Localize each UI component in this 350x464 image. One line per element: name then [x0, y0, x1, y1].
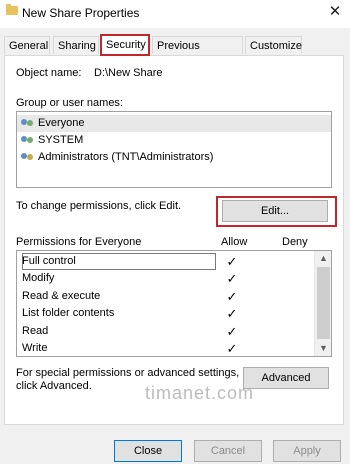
permissions-scrollbar[interactable]: ▲ ▼ [314, 251, 331, 356]
permission-row[interactable]: Read [19, 323, 312, 340]
users-icon [20, 117, 36, 129]
tab-security[interactable]: Security [100, 34, 150, 56]
permissions-list[interactable]: Full control Modify Read & execute List … [16, 250, 332, 357]
watermark-text: timanet.com [145, 383, 255, 403]
scroll-thumb[interactable] [317, 267, 330, 339]
permission-name: Write [22, 342, 48, 354]
tab-general[interactable]: General [4, 36, 50, 54]
list-item[interactable]: SYSTEM [17, 132, 331, 149]
permission-name: List folder contents [22, 307, 115, 319]
groups-label: Group or user names: [16, 97, 123, 109]
scroll-down-icon[interactable]: ▼ [315, 341, 332, 355]
permission-name: Modify [22, 272, 55, 284]
close-button[interactable]: Close [114, 440, 182, 462]
allow-check-icon: ✓ [226, 254, 238, 269]
group-name: Administrators (TNT\Administrators) [38, 151, 214, 163]
permission-name: Read [22, 325, 49, 337]
groups-list[interactable]: Everyone SYSTEM Administrators (TNT\Admi… [16, 111, 332, 188]
scroll-up-icon[interactable]: ▲ [315, 251, 332, 265]
list-item[interactable]: Everyone [17, 115, 331, 132]
allow-check-icon: ✓ [226, 271, 238, 286]
deny-header: Deny [282, 236, 308, 248]
list-item[interactable]: Administrators (TNT\Administrators) [17, 149, 331, 166]
edit-button[interactable]: Edit... [222, 200, 328, 222]
folder-icon [6, 4, 18, 15]
permission-row[interactable]: Full control [19, 253, 312, 270]
users-icon [20, 134, 36, 146]
allow-check-icon: ✓ [226, 289, 238, 304]
special-permissions-text: For special permissions or advanced sett… [16, 367, 240, 379]
allow-check-icon: ✓ [226, 341, 238, 356]
permission-name: Full control [22, 255, 76, 267]
tab-customize[interactable]: Customize [245, 36, 302, 54]
cancel-button[interactable]: Cancel [194, 440, 262, 462]
object-name-value: D:\New Share [94, 67, 163, 79]
permission-row[interactable]: Modify [19, 270, 312, 287]
group-name: SYSTEM [38, 134, 84, 146]
users-icon [20, 151, 36, 163]
change-permissions-text: To change permissions, click Edit. [16, 200, 182, 212]
object-name-label: Object name: [16, 67, 82, 79]
tab-sharing[interactable]: Sharing [53, 36, 99, 54]
permission-row[interactable]: List folder contents [19, 305, 312, 322]
special-permissions-text-2: click Advanced. [16, 380, 92, 392]
permission-name: Read & execute [22, 290, 101, 302]
close-icon[interactable]: ✕ [326, 2, 344, 22]
allow-check-icon: ✓ [226, 306, 238, 321]
apply-button[interactable]: Apply [273, 440, 341, 462]
tab-previous-versions[interactable]: Previous Versions [152, 36, 243, 70]
advanced-button[interactable]: Advanced [243, 367, 329, 389]
permission-row[interactable]: Write [19, 340, 312, 357]
window-title: New Share Properties [22, 6, 140, 20]
permission-row[interactable]: Read & execute [19, 288, 312, 305]
allow-check-icon: ✓ [226, 324, 238, 339]
permissions-header: Permissions for Everyone [16, 236, 142, 248]
allow-header: Allow [221, 236, 248, 248]
group-name: Everyone [38, 117, 85, 129]
